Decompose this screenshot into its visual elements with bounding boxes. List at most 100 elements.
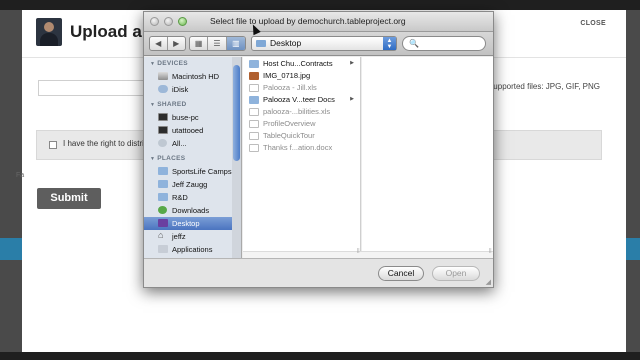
folder-icon: [249, 60, 259, 68]
partial-label: Fa: [16, 172, 25, 179]
sidebar-item-label: Macintosh HD: [172, 72, 220, 81]
submit-button[interactable]: Submit: [37, 188, 101, 209]
document-icon: [249, 120, 259, 128]
file-item: TableQuickTour: [243, 130, 360, 142]
file-item[interactable]: Palooza V...teer Docs ▶: [243, 94, 360, 106]
file-item: Palooza - Jill.xls: [243, 82, 360, 94]
sidebar-item-rnd[interactable]: R&D: [144, 191, 241, 204]
sidebar-item-label: buse-pc: [172, 113, 199, 122]
popup-arrows-icon: ▲ ▼: [383, 37, 396, 50]
search-input[interactable]: 🔍: [402, 36, 486, 51]
sidebar-item-idisk[interactable]: iDisk: [144, 83, 241, 96]
sidebar-item-sportslife-camps[interactable]: SportsLife Camps: [144, 165, 241, 178]
sidebar-section-shared[interactable]: ▼ SHARED: [150, 101, 187, 108]
sidebar-item-jeff-zaugg[interactable]: Jeff Zaugg: [144, 178, 241, 191]
file-name: Thanks f...ation.docx: [263, 143, 333, 152]
close-window-icon[interactable]: [150, 17, 159, 26]
sidebar-item-jeffz[interactable]: ⌂ jeffz: [144, 230, 241, 243]
document-icon: [249, 84, 259, 92]
section-label: PLACES: [157, 155, 186, 162]
right-page-edge: [626, 10, 640, 360]
sidebar-item-label: Applications: [172, 245, 213, 254]
dialog-button-bar: Cancel Open ◢: [144, 258, 493, 287]
empty-file-column: [362, 57, 493, 258]
home-icon: ⌂: [158, 230, 164, 240]
network-globe-icon: [158, 139, 167, 147]
back-arrow-icon[interactable]: ◀: [150, 37, 168, 50]
open-button[interactable]: Open: [432, 266, 480, 281]
sidebar-item-macintosh-hd[interactable]: Macintosh HD: [144, 70, 241, 83]
right-accent-bar: [626, 238, 640, 260]
file-item[interactable]: IMG_0718.jpg: [243, 70, 360, 82]
sidebar-item-desktop[interactable]: Desktop: [144, 217, 241, 230]
magnifier-icon: 🔍: [409, 39, 419, 48]
sidebar-item-buse-pc[interactable]: buse-pc: [144, 111, 241, 124]
folder-icon: [158, 167, 168, 175]
scrollbar-thumb[interactable]: [233, 65, 240, 161]
sidebar-item-label: utattooed: [172, 126, 204, 135]
dialog-toolbar: ◀ ▶ ▦ ☰ ▥ Desktop ▲ ▼ 🔍: [144, 32, 493, 56]
horizontal-scrollbar[interactable]: [243, 251, 493, 258]
location-popup[interactable]: Desktop ▲ ▼: [251, 36, 397, 51]
file-name: Palooza V...teer Docs: [263, 95, 335, 104]
zoom-window-icon[interactable]: [178, 17, 187, 26]
sidebar-item-applications[interactable]: Applications: [144, 243, 241, 256]
file-name: IMG_0718.jpg: [263, 71, 311, 80]
file-item[interactable]: Host Chu...Contracts ▶: [243, 58, 360, 70]
left-page-edge: [0, 10, 22, 360]
sidebar-item-utattooed[interactable]: utattooed: [144, 124, 241, 137]
cancel-button[interactable]: Cancel: [378, 266, 424, 281]
applications-icon: [158, 245, 168, 253]
icon-view-icon[interactable]: ▦: [190, 37, 209, 50]
view-mode-control: ▦ ☰ ▥: [189, 36, 246, 51]
dialog-titlebar[interactable]: Select file to upload by demochurch.tabl…: [144, 12, 493, 32]
sidebar-section-places[interactable]: ▼ PLACES: [150, 155, 185, 162]
sidebar-section-devices[interactable]: ▼ DEVICES: [150, 60, 188, 67]
left-accent-bar: [0, 238, 22, 260]
image-file-icon: [249, 72, 259, 80]
folder-icon: [158, 193, 168, 201]
rights-checkbox[interactable]: [49, 141, 57, 149]
column-resize-handle-icon[interactable]: ||: [357, 248, 360, 254]
disclosure-arrow-icon: ▶: [350, 60, 354, 66]
rights-label: I have the right to distrib: [63, 139, 149, 148]
disclosure-arrow-icon: ▶: [350, 96, 354, 102]
section-label: DEVICES: [157, 60, 188, 67]
close-link[interactable]: CLOSE: [580, 20, 606, 27]
document-icon: [249, 108, 259, 116]
location-label: Desktop: [270, 38, 302, 48]
column-resize-handle-icon[interactable]: ||: [489, 248, 492, 254]
finder-sidebar: ▼ DEVICES Macintosh HD iDisk ▼ SHARED buse…: [144, 57, 242, 258]
avatar: [36, 18, 62, 46]
modal-title: Upload a: [70, 22, 142, 41]
sidebar-item-label: Jeff Zaugg: [172, 180, 208, 189]
computer-icon: [158, 126, 168, 134]
file-item: Thanks f...ation.docx: [243, 142, 360, 154]
sidebar-scrollbar[interactable]: [232, 57, 241, 258]
file-name: TableQuickTour: [263, 131, 315, 140]
back-forward-control: ◀ ▶: [149, 36, 186, 51]
file-item: palooza-...bilities.xls: [243, 106, 360, 118]
bottom-strip: [0, 352, 640, 360]
sidebar-item-label: SportsLife Camps: [172, 167, 232, 176]
document-icon: [249, 144, 259, 152]
sidebar-item-downloads[interactable]: Downloads: [144, 204, 241, 217]
file-column: Host Chu...Contracts ▶ IMG_0718.jpg Paloo…: [243, 57, 361, 258]
downloads-icon: [158, 206, 167, 214]
forward-arrow-icon[interactable]: ▶: [168, 37, 185, 50]
file-item: ProfileOverview: [243, 118, 360, 130]
dialog-title: Select file to upload by demochurch.tabl…: [210, 16, 406, 26]
minimize-window-icon[interactable]: [164, 17, 173, 26]
sidebar-item-label: R&D: [172, 193, 188, 202]
resize-grip-icon[interactable]: ◢: [486, 278, 491, 286]
file-name: palooza-...bilities.xls: [263, 107, 331, 116]
folder-icon: [158, 180, 168, 188]
sidebar-item-all[interactable]: All...: [144, 137, 241, 150]
sidebar-item-label: Downloads: [172, 206, 210, 215]
section-label: SHARED: [157, 101, 187, 108]
idisk-icon: [158, 85, 168, 93]
top-strip: [0, 0, 640, 10]
file-name: Palooza - Jill.xls: [263, 83, 317, 92]
list-view-icon[interactable]: ☰: [208, 37, 227, 50]
column-view-icon[interactable]: ▥: [226, 37, 245, 50]
